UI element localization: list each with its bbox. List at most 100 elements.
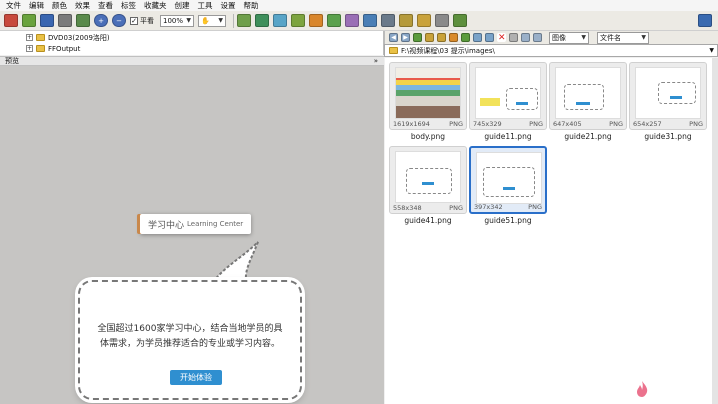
list-view-icon[interactable] <box>533 33 542 42</box>
file-type-select[interactable]: 图像 ▼ <box>549 31 589 44</box>
thumbnail-image <box>476 152 542 204</box>
start-experience-button: 开始体验 <box>170 370 222 385</box>
thumbnail-meta: 647x405 PNG <box>553 120 623 128</box>
image-dimensions: 1619x1694 <box>393 120 430 128</box>
convert-icon[interactable] <box>381 14 395 27</box>
scan-icon[interactable] <box>435 14 449 27</box>
menu-favorites[interactable]: 收藏夹 <box>144 0 167 11</box>
thumbnail-item[interactable]: 1619x1694 PNG body.png <box>389 62 467 142</box>
badge-subtext: Learning Center <box>187 220 244 228</box>
menu-create[interactable]: 创建 <box>175 0 190 11</box>
thumbnail-image <box>475 67 541 119</box>
hand-tool-select[interactable]: ✋ ▼ <box>198 14 226 27</box>
panel-arrow-icon[interactable]: » <box>374 57 378 65</box>
thumbnail-meta: 654x257 PNG <box>633 120 703 128</box>
menu-view[interactable]: 查看 <box>98 0 113 11</box>
new-folder-icon[interactable] <box>425 33 434 42</box>
menu-help[interactable]: 帮助 <box>244 0 259 11</box>
watermark-text: 慕课网 <box>651 382 696 398</box>
address-path: F:\视频课程\03 提示\images\ <box>401 46 495 55</box>
card-line-1: 全国超过1600家学习中心，结合当地学员的具 <box>97 324 283 334</box>
menu-tags[interactable]: 标签 <box>121 0 136 11</box>
zoom-in-icon[interactable]: + <box>94 14 108 27</box>
sort-select[interactable]: 文件名 ▼ <box>597 31 649 44</box>
mini-bubble <box>564 84 604 110</box>
move-icon[interactable] <box>449 33 458 42</box>
badge-text: 学习中心 <box>148 220 185 231</box>
mini-bubble <box>483 167 535 197</box>
thumbnail-item[interactable]: 647x405 PNG guide21.png <box>549 62 627 142</box>
email-icon[interactable] <box>417 14 431 27</box>
copy-icon[interactable] <box>76 14 90 27</box>
back-icon[interactable]: ◀ <box>389 33 398 42</box>
batch-icon[interactable] <box>453 14 467 27</box>
adjust-icon[interactable] <box>273 14 287 27</box>
properties-icon[interactable] <box>58 14 72 27</box>
thumbnail-meta: 745x329 PNG <box>473 120 543 128</box>
menu-color[interactable]: 颜色 <box>52 0 67 11</box>
thumbnail-view-icon[interactable] <box>521 33 530 42</box>
thumbnail-item[interactable]: 558x348 PNG guide41.png <box>389 146 467 226</box>
refresh-icon[interactable] <box>461 33 470 42</box>
open-icon[interactable] <box>22 14 36 27</box>
preview-pane: 学习中心 Learning Center 全国超过1600家学习中心，结合当地学… <box>0 66 384 404</box>
effects-icon[interactable] <box>309 14 323 27</box>
thumbnail-grid: 1619x1694 PNG body.png 745x329 PNG guide11… <box>385 58 718 404</box>
vertical-scrollbar[interactable] <box>712 58 718 404</box>
file-name: guide31.png <box>644 132 692 141</box>
menu-bar: 文件 编辑 颜色 效果 查看 标签 收藏夹 创建 工具 设置 帮助 <box>0 0 718 11</box>
zoom-select[interactable]: 100% ▼ <box>160 14 194 27</box>
thumbnail-item[interactable]: 654x257 PNG guide31.png <box>629 62 707 142</box>
thumbnail-item-selected[interactable]: 397x342 PNG guide51.png <box>469 146 547 226</box>
filter-icon[interactable] <box>509 33 518 42</box>
menu-tools[interactable]: 工具 <box>198 0 213 11</box>
hand-icon: ✋ <box>201 16 210 25</box>
menu-edit[interactable]: 编辑 <box>29 0 44 11</box>
up-folder-icon[interactable] <box>413 33 422 42</box>
menu-effects[interactable]: 效果 <box>75 0 90 11</box>
menu-settings[interactable]: 设置 <box>221 0 236 11</box>
folder-tree: + DVD03(2009洛阳) + FFOutput <box>0 31 384 55</box>
mini-button <box>516 102 528 105</box>
file-name: guide41.png <box>404 216 452 225</box>
sort-value: 文件名 <box>600 33 621 42</box>
menu-file[interactable]: 文件 <box>6 0 21 11</box>
expand-icon[interactable]: + <box>26 45 33 52</box>
resize-icon[interactable] <box>327 14 341 27</box>
fit-icon[interactable] <box>255 14 269 27</box>
layout-icon[interactable] <box>698 14 712 27</box>
tree-item-label: FFOutput <box>48 44 81 53</box>
image-type: PNG <box>528 203 542 211</box>
image-type: PNG <box>449 204 463 212</box>
tree-item[interactable]: + DVD03(2009洛阳) <box>26 32 110 43</box>
browse-icon[interactable] <box>4 14 18 27</box>
file-type-value: 图像 <box>552 33 566 42</box>
flat-view-checkbox[interactable]: ✓ 平看 <box>130 16 154 26</box>
rotate-icon[interactable] <box>237 14 251 27</box>
mini-button <box>670 96 682 99</box>
preview-header: 预览 » <box>0 56 384 66</box>
file-name: guide21.png <box>564 132 612 141</box>
print-icon[interactable] <box>399 14 413 27</box>
folder-copy-icon[interactable] <box>437 33 446 42</box>
forward-icon[interactable]: ▶ <box>401 33 410 42</box>
chevron-down-icon[interactable]: ▼ <box>709 47 714 54</box>
thumbnail-item[interactable]: 745x329 PNG guide11.png <box>469 62 547 142</box>
crop-icon[interactable] <box>291 14 305 27</box>
zoom-out-icon[interactable]: − <box>112 14 126 27</box>
expand-icon[interactable]: + <box>26 34 33 41</box>
thumbnail-meta: 558x348 PNG <box>393 204 463 212</box>
copy-to-icon[interactable] <box>473 33 482 42</box>
move-to-icon[interactable] <box>485 33 494 42</box>
image-type: PNG <box>449 120 463 128</box>
address-bar[interactable]: F:\视频课程\03 提示\images\ ▼ <box>384 44 718 57</box>
tree-item[interactable]: + FFOutput <box>26 43 80 54</box>
save-icon[interactable] <box>40 14 54 27</box>
folder-icon <box>389 47 398 54</box>
color-icon[interactable] <box>345 14 359 27</box>
slideshow-icon[interactable] <box>363 14 377 27</box>
delete-icon[interactable]: ✕ <box>497 33 506 43</box>
preview-title: 预览 <box>5 57 19 65</box>
main-toolbar: + − ✓ 平看 100% ▼ ✋ ▼ <box>0 11 718 31</box>
speech-bubble-card: 全国超过1600家学习中心，结合当地学员的具 体需求，为学员推荐适合的专业或学习… <box>78 280 302 400</box>
